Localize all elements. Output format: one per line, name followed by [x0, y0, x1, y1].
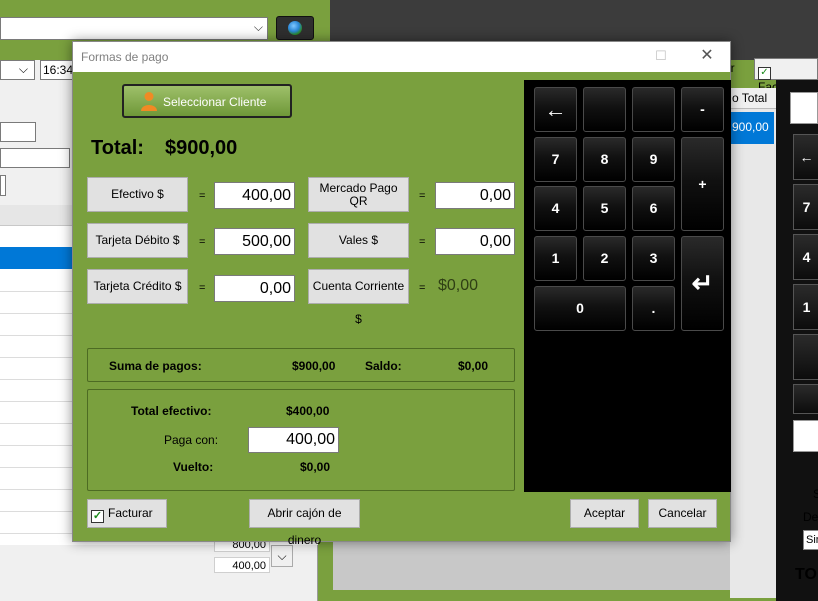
- plus-key[interactable]: +: [681, 137, 724, 231]
- blank-key[interactable]: [632, 87, 675, 132]
- select-client-label: Seleccionar Cliente: [163, 95, 267, 109]
- key-9[interactable]: 9: [632, 137, 675, 182]
- cash-box: Total efectivo: $400,00 Paga con: 400,00…: [87, 389, 515, 491]
- key-6[interactable]: 6: [632, 186, 675, 231]
- background-list-selected[interactable]: 900,00: [730, 112, 774, 144]
- paga-con-input[interactable]: 400,00: [248, 427, 339, 453]
- abrir-cajon-button[interactable]: Abrir cajón de dinero: [249, 499, 360, 547]
- vuelto-value: $0,00: [300, 460, 331, 474]
- equals-sign: =: [419, 282, 426, 294]
- key-3[interactable]: 3: [632, 236, 675, 281]
- facturar-label: Facturar: [108, 506, 153, 520]
- background-display: [790, 92, 818, 124]
- facturar-checkbox[interactable]: ✓ Facturar: [87, 499, 167, 528]
- vuelto-label: Vuelto:: [173, 460, 214, 474]
- summary-box: Suma de pagos: $900,00 Saldo: $0,00: [87, 348, 515, 382]
- total-efectivo-value: $400,00: [286, 404, 330, 418]
- equals-sign: =: [419, 236, 426, 248]
- background-key[interactable]: 4: [793, 234, 818, 280]
- enter-key[interactable]: ↵: [681, 236, 724, 331]
- key-8[interactable]: 8: [583, 137, 626, 182]
- aceptar-button[interactable]: Aceptar: [570, 499, 639, 528]
- efectivo-button[interactable]: Efectivo $: [87, 177, 188, 212]
- equals-sign: =: [199, 190, 206, 202]
- background-mid-panel: [333, 540, 775, 590]
- background-key[interactable]: 1: [793, 284, 818, 330]
- tarjeta-credito-input[interactable]: 0,00: [214, 275, 295, 302]
- efectivo-input[interactable]: 400,00: [214, 182, 295, 209]
- background-key[interactable]: [793, 420, 818, 452]
- cuenta-corriente-value: $0,00: [438, 277, 479, 294]
- equals-sign: =: [419, 190, 426, 202]
- key-1[interactable]: 1: [534, 236, 577, 281]
- paga-con-label: Paga con:: [164, 433, 219, 447]
- total-value: $900,00: [165, 137, 238, 159]
- background-key[interactable]: ←: [793, 134, 818, 180]
- background-total-label: TO: [795, 566, 817, 583]
- background-field[interactable]: [0, 122, 36, 142]
- mercado-pago-qr-input[interactable]: 0,00: [435, 182, 515, 209]
- dialog-title: Formas de pago: [81, 50, 169, 64]
- background-key[interactable]: [793, 384, 818, 414]
- vales-input[interactable]: 0,00: [435, 228, 515, 255]
- total-efectivo-label: Total efectivo:: [131, 404, 212, 418]
- background-label: De: [803, 510, 818, 524]
- background-field[interactable]: [0, 148, 70, 168]
- background-key[interactable]: 7: [793, 184, 818, 230]
- suma-de-pagos-label: Suma de pagos:: [109, 359, 202, 373]
- tarjeta-debito-button[interactable]: Tarjeta Débito $: [87, 223, 188, 258]
- equals-sign: =: [199, 236, 206, 248]
- mercado-pago-qr-button[interactable]: Mercado Pago QR: [308, 177, 409, 212]
- numeric-keypad: ← - 7 8 9 + 4 5 6 1 2 3 ↵ 0 .: [524, 80, 731, 492]
- close-icon[interactable]: ✕: [684, 42, 730, 72]
- suma-de-pagos-value: $900,00: [292, 359, 336, 373]
- background-date-picker[interactable]: [0, 60, 35, 80]
- key-2[interactable]: 2: [583, 236, 626, 281]
- saldo-value: $0,00: [458, 359, 489, 373]
- maximize-icon[interactable]: ☐: [638, 42, 684, 72]
- background-key[interactable]: [793, 334, 818, 380]
- minus-key[interactable]: -: [681, 87, 724, 132]
- background-label: S: [813, 487, 818, 501]
- cuenta-corriente-button[interactable]: Cuenta Corriente $: [308, 269, 409, 326]
- amount-cell: 400,00: [214, 557, 270, 573]
- background-facturar-checkbox[interactable]: ✓Facturar: [754, 58, 818, 94]
- select-client-button[interactable]: Seleccionar Cliente: [122, 84, 292, 118]
- background-time-field[interactable]: 16:34: [40, 60, 74, 80]
- dialog-titlebar[interactable]: Formas de pago — ☐ ✕: [73, 42, 730, 72]
- background-list-header: o Total: [730, 88, 776, 109]
- globe-button[interactable]: [276, 16, 314, 40]
- checkbox-checked-icon: ✓: [91, 510, 104, 523]
- dot-key[interactable]: .: [632, 286, 675, 331]
- key-4[interactable]: 4: [534, 186, 577, 231]
- key-7[interactable]: 7: [534, 137, 577, 182]
- user-icon: [141, 92, 157, 111]
- background-list: [730, 88, 776, 598]
- payment-dialog: Formas de pago — ☐ ✕ Seleccionar Cliente…: [72, 41, 731, 547]
- key-0[interactable]: 0: [534, 286, 626, 331]
- total-label: Total:: [91, 137, 144, 159]
- chevron-down-icon: ⌵: [253, 20, 263, 34]
- tarjeta-debito-input[interactable]: 500,00: [214, 228, 295, 255]
- checkbox-icon: ✓: [758, 67, 771, 80]
- key-5[interactable]: 5: [583, 186, 626, 231]
- globe-icon: [288, 21, 302, 35]
- tarjeta-credito-button[interactable]: Tarjeta Crédito $: [87, 269, 188, 304]
- saldo-label: Saldo:: [365, 359, 402, 373]
- equals-sign: =: [199, 282, 206, 294]
- vales-button[interactable]: Vales $: [308, 223, 409, 258]
- background-combo[interactable]: ⌵: [0, 17, 268, 40]
- background-field[interactable]: [0, 175, 6, 196]
- blank-key[interactable]: [583, 87, 626, 132]
- cancelar-button[interactable]: Cancelar: [648, 499, 717, 528]
- backspace-key[interactable]: ←: [534, 87, 577, 132]
- background-select[interactable]: Sin: [803, 530, 818, 550]
